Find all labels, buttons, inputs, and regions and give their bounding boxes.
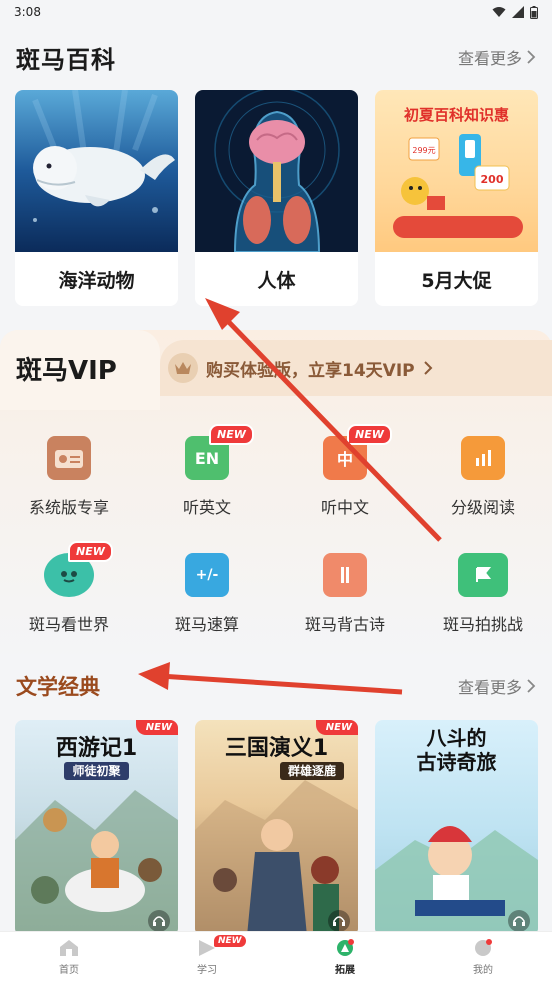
more-link-label: 查看更多 (457, 49, 522, 68)
vip-item-label: 系统版专享 (28, 498, 109, 517)
ency-card-label: 人体 (257, 269, 296, 292)
vip-banner-text: 购买体验版，立享14天VIP (206, 360, 415, 381)
new-badge: NEW (315, 720, 358, 735)
zhong-glyph: 中 (336, 450, 353, 469)
encyclopedia-header: 斑马百科 查看更多 (16, 40, 536, 74)
nav-label: 拓展 (335, 964, 355, 976)
vip-item-label: 听中文 (320, 498, 369, 517)
vip-item-listen-english[interactable]: EN NEW 听英文 (138, 424, 276, 518)
en-glyph: EN (194, 448, 220, 468)
status-bar: 3:08 (0, 0, 552, 24)
ocean-whale-image (15, 90, 178, 252)
new-badge: NEW (347, 424, 392, 445)
ency-card-may-promo[interactable]: 初夏百科知识惠 200 299元 5月大促 (375, 90, 538, 306)
promo-image: 初夏百科知识惠 200 299元 (375, 90, 538, 252)
vip-item-label: 斑马速算 (174, 615, 239, 634)
encyclopedia-title: 斑马百科 (16, 45, 116, 74)
nav-label: 首页 (59, 964, 79, 976)
calc-icon: +/- (185, 553, 229, 597)
book-card-journey-west[interactable]: 西游记1 师徒初聚 NEW (15, 720, 178, 936)
book-subtitle-text: 群雄逐鹿 (279, 762, 344, 780)
vip-item-ancient-poems[interactable]: 斑马背古诗 (276, 553, 414, 635)
encyclopedia-more-link[interactable]: 查看更多 (458, 45, 536, 69)
book-card-poetry-journey[interactable]: 八斗的 古诗奇旅 (375, 720, 538, 936)
vip-item-quick-calc[interactable]: +/- 斑马速算 (138, 553, 276, 635)
literature-more-link[interactable]: 查看更多 (458, 674, 536, 698)
chevron-right-icon (527, 50, 536, 64)
bottom-nav: 首页 学习 NEW 拓展 我的 (0, 931, 552, 981)
nav-profile[interactable]: 我的 (414, 932, 552, 981)
vip-trial-banner[interactable]: 购买体验版，立享14天VIP (160, 340, 552, 396)
headphone-icon (148, 910, 170, 932)
nav-label: 我的 (473, 964, 493, 976)
vip-item-label: 分级阅读 (450, 498, 515, 517)
vip-item-photo-challenge[interactable]: 斑马拍挑战 (414, 553, 552, 635)
vip-item-see-world[interactable]: NEW 斑马看世界 (0, 541, 138, 635)
vip-grid-row-2: NEW 斑马看世界 +/- 斑马速算 斑马背古诗 斑马拍挑战 (0, 541, 552, 635)
vip-item-label: 斑马拍挑战 (442, 615, 523, 634)
vip-item-label: 斑马看世界 (28, 615, 109, 634)
book-title: 八斗的 古诗奇旅 (416, 726, 497, 774)
svg-text:200: 200 (481, 173, 504, 186)
vip-item-label: 斑马背古诗 (304, 615, 385, 634)
literature-cards: 西游记1 师徒初聚 NEW 三国演义1 群雄逐鹿 NEW 八斗的 古诗奇旅 (15, 720, 538, 936)
human-body-image (195, 90, 358, 252)
globe-icon: NEW (44, 541, 113, 597)
new-badge: NEW (214, 935, 246, 947)
book-subtitle-text: 师徒初聚 (64, 762, 129, 780)
svg-text:299元: 299元 (412, 146, 435, 155)
status-time: 3:08 (14, 5, 41, 19)
vip-grid-row-1: 系统版专享 EN NEW 听英文 中 NEW 听中文 分级阅读 (0, 424, 552, 518)
chevron-right-icon (423, 361, 433, 375)
zhong-icon: 中 NEW (323, 424, 392, 480)
vip-title: 斑马VIP (16, 356, 117, 386)
ency-card-label: 5月大促 (421, 269, 492, 292)
ency-card-human-body[interactable]: 人体 (195, 90, 358, 306)
radio-icon (47, 436, 91, 480)
signal-icon (512, 6, 524, 18)
en-icon: EN NEW (185, 424, 254, 480)
nav-study[interactable]: 学习 NEW (138, 932, 276, 981)
more-link-label: 查看更多 (457, 678, 522, 697)
vip-item-label: 听英文 (182, 498, 231, 517)
encyclopedia-cards: 海洋动物 人体 初夏百科知识惠 200 299元 5月大促 (15, 90, 538, 306)
promo-headline: 初夏百科知识惠 (403, 106, 509, 124)
battery-icon (530, 5, 538, 19)
crown-icon (168, 353, 198, 383)
new-badge: NEW (68, 541, 113, 562)
camera-icon (458, 553, 508, 597)
book-subtitle: 群雄逐鹿 (195, 762, 358, 780)
book-card-three-kingdoms[interactable]: 三国演义1 群雄逐鹿 NEW (195, 720, 358, 936)
reading-icon (461, 436, 505, 480)
app-screen: 3:08 斑马百科 查看更多 海洋动物 人体 初夏百科知识惠 200 299元 … (0, 0, 552, 981)
new-badge: NEW (209, 424, 254, 445)
wifi-icon (492, 7, 506, 17)
ency-card-label: 海洋动物 (58, 269, 135, 292)
literature-title: 文学经典 (16, 675, 100, 699)
headphone-icon (328, 910, 350, 932)
vip-item-system-exclusive[interactable]: 系统版专享 (0, 436, 138, 518)
vip-item-listen-chinese[interactable]: 中 NEW 听中文 (276, 424, 414, 518)
explore-icon (337, 938, 354, 956)
calc-glyph: +/- (195, 567, 219, 583)
headphone-icon (508, 910, 530, 932)
ency-card-ocean-animals[interactable]: 海洋动物 (15, 90, 178, 306)
chevron-right-icon (527, 679, 536, 693)
new-badge: NEW (135, 720, 178, 735)
status-icons (492, 5, 538, 19)
home-icon (60, 939, 78, 956)
profile-icon (475, 938, 492, 956)
nav-label: 学习 (197, 964, 217, 976)
nav-home[interactable]: 首页 (0, 932, 138, 981)
literature-header: 文学经典 查看更多 (16, 670, 536, 702)
nav-explore[interactable]: 拓展 (276, 932, 414, 981)
book-subtitle: 师徒初聚 (15, 762, 178, 780)
vip-item-graded-reading[interactable]: 分级阅读 (414, 436, 552, 518)
scroll-icon (323, 553, 367, 597)
